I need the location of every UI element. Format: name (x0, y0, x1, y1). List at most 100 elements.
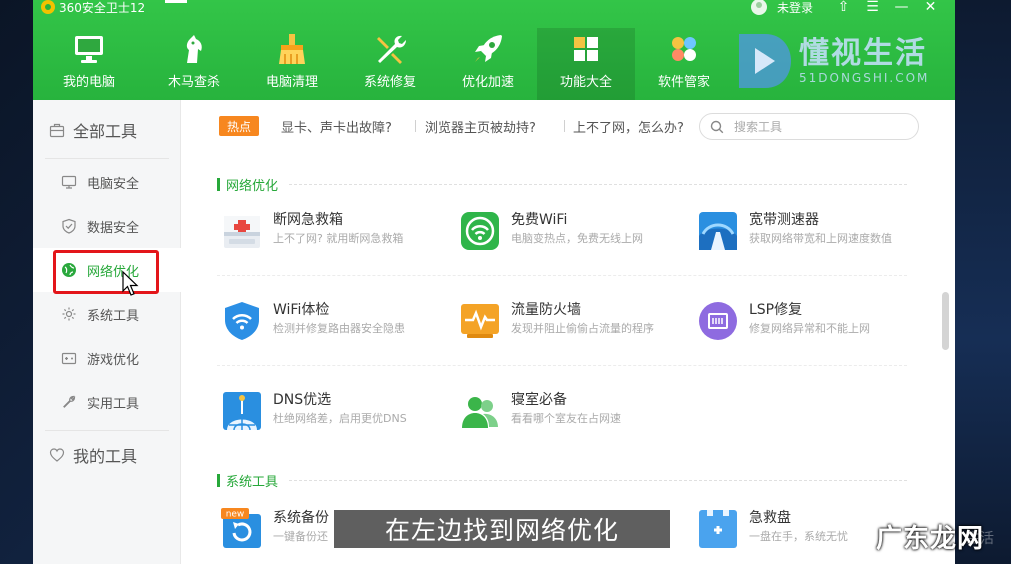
nav-label: 系统修复 (363, 75, 416, 90)
sidebar-item-system-tools[interactable]: 系统工具 (61, 304, 139, 324)
desktop-background-right (955, 0, 1011, 564)
sidebar-item-label: 电脑安全 (87, 176, 140, 192)
tool-lsp-repair[interactable]: LSP修复 修复网络异常和不能上网 (697, 300, 927, 346)
tool-traffic-firewall[interactable]: 流量防火墙 发现并阻止偷偷占流量的程序 (459, 300, 689, 346)
sidebar-all-tools-label: 全部工具 (73, 122, 138, 141)
tool-description: 上不了网? 就用断网急救箱 (273, 232, 404, 245)
nav-label: 优化加速 (461, 75, 514, 90)
tool-wifi-check[interactable]: WiFi体检 检测并修复路由器安全隐患 (221, 300, 451, 346)
sidebar-item-game-optimize[interactable]: 游戏优化 (61, 348, 139, 368)
section-title-system-tools: 系统工具 (217, 472, 278, 490)
sidebar-item-utilities[interactable]: 实用工具 (61, 392, 139, 412)
row-divider (217, 365, 907, 366)
tool-name: 断网急救箱 (273, 212, 343, 228)
tool-name: 急救盘 (749, 510, 791, 526)
app-logo-icon (41, 0, 55, 14)
avatar (750, 0, 767, 15)
menu-icon[interactable]: ☰ (858, 0, 887, 14)
watermark-subtitle: 51DONGSHI.COM (799, 71, 930, 85)
wifi-shield-icon (225, 302, 259, 340)
nav-system-repair[interactable]: 系统修复 (341, 28, 439, 100)
close-icon[interactable]: ✕ (916, 0, 945, 14)
nav-features[interactable]: 功能大全 (537, 28, 635, 100)
skin-icon[interactable]: ⇧ (829, 0, 858, 14)
nav-label: 电脑清理 (265, 75, 318, 90)
sidebar-divider (45, 430, 169, 431)
backup-icon: new (221, 508, 261, 548)
sidebar-item-label: 实用工具 (87, 396, 140, 412)
sidebar-item-pc-security[interactable]: 电脑安全 (61, 172, 139, 192)
nav-label: 软件管家 (657, 75, 710, 90)
tool-name: LSP修复 (749, 302, 803, 318)
search-box[interactable] (699, 113, 919, 140)
app-window: 360安全卫士12 未登录 ⇧ ☰ — ✕ 我的电脑 木马查杀 电脑清理 系统修… (33, 0, 955, 564)
users-icon (462, 397, 498, 428)
sidebar-item-data-security[interactable]: 数据安全 (61, 216, 139, 236)
apps-icon (672, 37, 696, 61)
rescue-disk-icon (699, 510, 737, 548)
tool-description: 一键备份还 (273, 530, 328, 543)
gear-icon (62, 307, 76, 321)
tool-icon (63, 395, 76, 408)
row-divider (217, 275, 907, 276)
tool-name: 免费WiFi (511, 212, 568, 228)
tool-network-rescue[interactable]: 断网急救箱 上不了网? 就用断网急救箱 (221, 210, 451, 256)
top-bar: 360安全卫士12 未登录 ⇧ ☰ — ✕ 我的电脑 木马查杀 电脑清理 系统修… (33, 0, 955, 100)
tool-name: 流量防火墙 (511, 302, 581, 318)
minimize-icon[interactable]: — (887, 0, 916, 14)
tool-description: 一盘在手，系统无忧 (749, 530, 848, 543)
hot-link[interactable]: 浏览器主页被劫持? (425, 116, 536, 136)
tool-speed-test[interactable]: 宽带测速器 获取网络带宽和上网速度数值 (697, 210, 927, 256)
main-nav: 我的电脑 木马查杀 电脑清理 系统修复 优化加速 功能大全 软件管家 (33, 28, 733, 100)
highlight-box (53, 250, 159, 294)
sidebar-my-tools-label: 我的工具 (73, 447, 138, 466)
nav-pc-cleanup[interactable]: 电脑清理 (243, 28, 341, 100)
mouse-cursor-icon (122, 271, 139, 296)
sidebar-item-label: 数据安全 (87, 220, 140, 236)
section-title-network: 网络优化 (217, 176, 278, 194)
watermark-logo-icon (739, 34, 791, 88)
sidebar-item-label: 游戏优化 (87, 352, 140, 368)
corner-watermark-sub: 生活 (966, 531, 994, 547)
nav-my-computer[interactable]: 我的电脑 (33, 28, 145, 100)
first-aid-kit-icon (224, 216, 260, 248)
hot-link[interactable]: 显卡、声卡出故障? (281, 116, 392, 136)
video-subtitle: 在左边找到网络优化 (334, 510, 670, 548)
scrollbar-thumb[interactable] (942, 292, 949, 350)
sidebar-divider (45, 158, 169, 159)
heart-icon (49, 448, 65, 462)
section-divider (289, 480, 907, 481)
wifi-hotspot-icon (461, 212, 499, 250)
tool-description: 看看哪个室友在占网速 (511, 412, 621, 425)
nav-optimize[interactable]: 优化加速 (439, 28, 537, 100)
nav-trojan-scan[interactable]: 木马查杀 (145, 28, 243, 100)
nav-software-manager[interactable]: 软件管家 (635, 28, 733, 100)
network-port-icon (699, 302, 737, 340)
shield-check-icon (62, 218, 76, 234)
sidebar-all-tools[interactable]: 全部工具 (49, 120, 138, 141)
monitor-icon (61, 175, 77, 189)
sidebar-item-label: 系统工具 (87, 308, 140, 324)
tool-description: 检测并修复路由器安全隐患 (273, 322, 405, 335)
tool-name: 宽带测速器 (749, 212, 819, 228)
hot-link[interactable]: 上不了网，怎么办? (573, 116, 684, 136)
hot-badge: 热点 (219, 116, 259, 136)
tool-free-wifi[interactable]: 免费WiFi 电脑变热点，免费无线上网 (459, 210, 689, 256)
sidebar: 全部工具 电脑安全 数据安全 网络优化 系统工具 游戏优化 实用工具 我的工具 (33, 100, 181, 564)
search-icon (710, 120, 724, 133)
tool-description: 发现并阻止偷偷占流量的程序 (511, 322, 654, 335)
tool-name: DNS优选 (273, 392, 332, 408)
login-button[interactable]: 未登录 (750, 0, 813, 16)
sidebar-my-tools[interactable]: 我的工具 (49, 445, 138, 466)
tool-name: 寝室必备 (511, 392, 567, 408)
grid-icon (574, 37, 598, 61)
login-label: 未登录 (776, 0, 813, 15)
tool-dorm-essentials[interactable]: 寝室必备 看看哪个室友在占网速 (459, 390, 689, 436)
app-title-text: 360安全卫士12 (59, 0, 146, 15)
new-badge-text: new (226, 510, 245, 520)
search-input[interactable] (734, 119, 904, 134)
computer-icon (75, 36, 103, 63)
tool-dns-select[interactable]: DNS优选 杜绝网络差，启用更优DNS (221, 390, 451, 436)
hot-separator (564, 120, 565, 132)
nav-label: 功能大全 (559, 75, 612, 90)
